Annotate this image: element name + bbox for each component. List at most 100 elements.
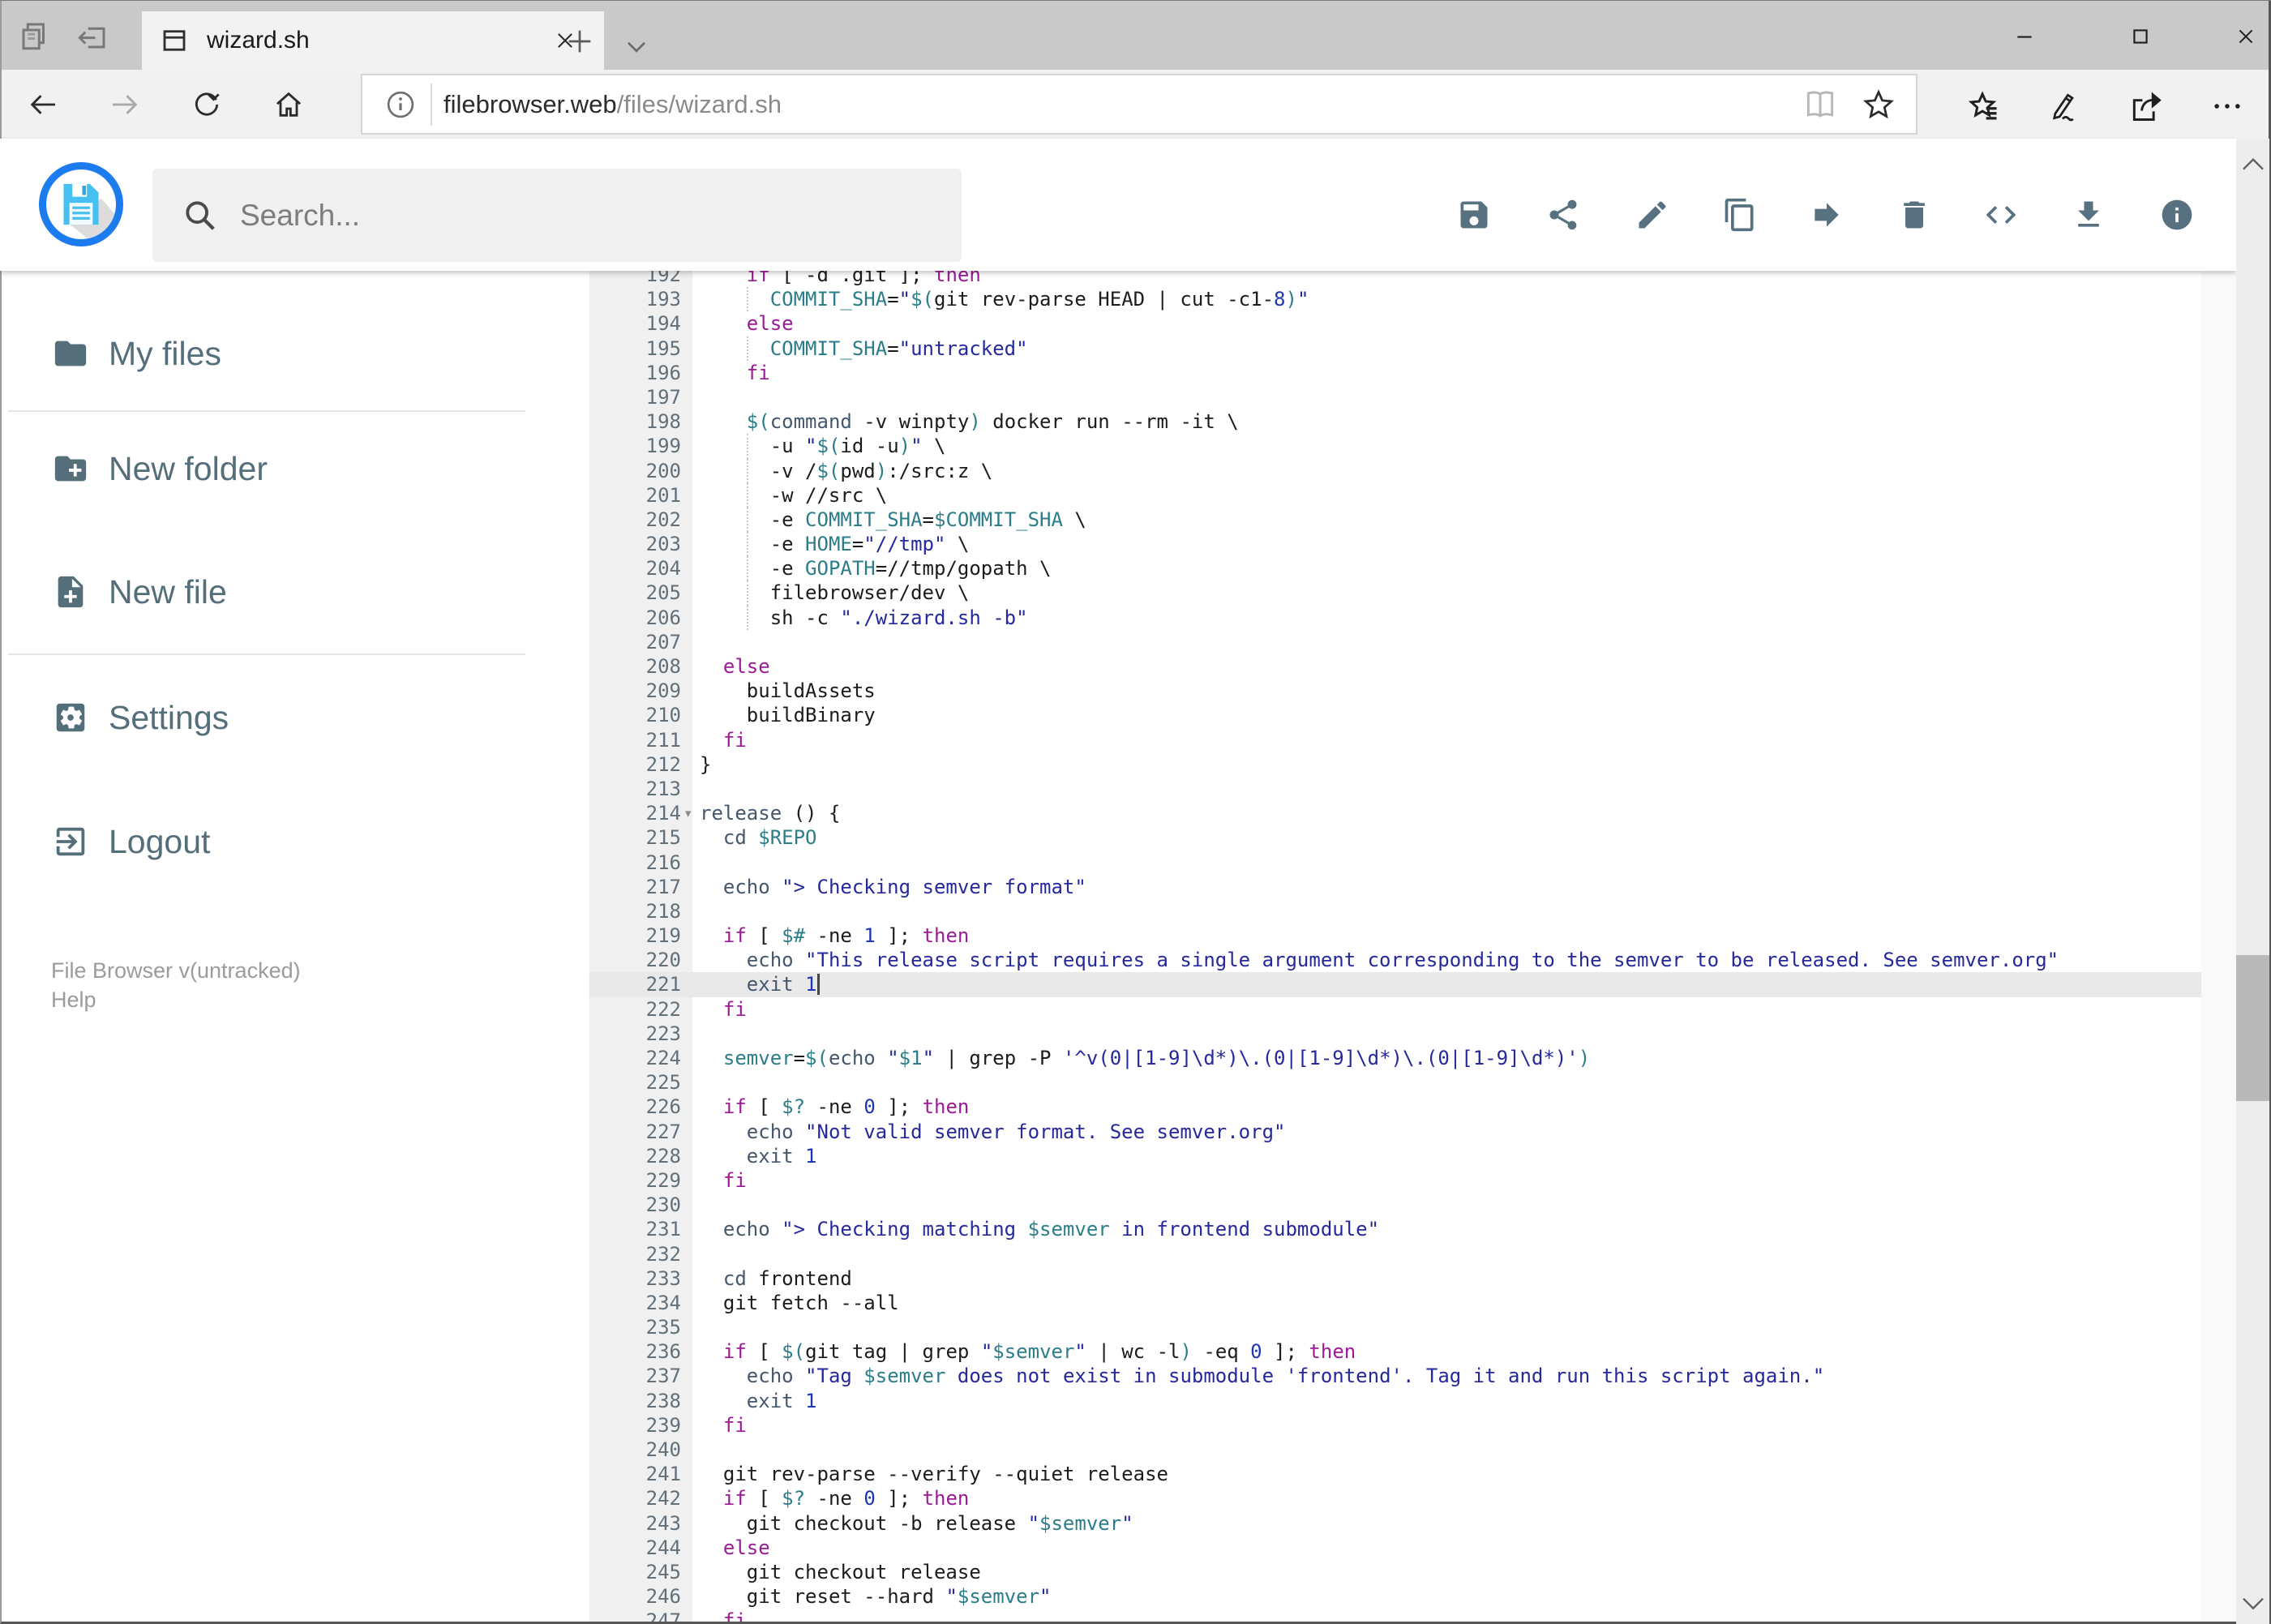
code-line[interactable]: 217 echo "> Checking semver format" — [589, 874, 2201, 899]
info-icon[interactable] — [2159, 197, 2195, 233]
code-line[interactable]: 205 filebrowser/dev \ — [589, 581, 2201, 606]
help-link[interactable]: Help — [51, 985, 301, 1014]
download-icon[interactable] — [2071, 197, 2106, 233]
code-line[interactable]: 206 sh -c "./wizard.sh -b" — [589, 605, 2201, 630]
code-line[interactable]: 233 cd frontend — [589, 1266, 2201, 1291]
annotate-pen-icon[interactable] — [2045, 88, 2080, 124]
code-line[interactable]: 210 buildBinary — [589, 703, 2201, 728]
rename-icon[interactable] — [1635, 197, 1670, 233]
code-line[interactable]: 221 exit 1 — [589, 972, 2201, 997]
code-line[interactable]: 228 exit 1 — [589, 1143, 2201, 1168]
code-line[interactable]: 200 -v /$(pwd):/src:z \ — [589, 458, 2201, 483]
code-line[interactable]: 225 — [589, 1070, 2201, 1095]
code-line[interactable]: 204 -e GOPATH=//tmp/gopath \ — [589, 556, 2201, 581]
code-line[interactable]: 193 COMMIT_SHA="$(git rev-parse HEAD | cu… — [589, 287, 2201, 312]
code-line[interactable]: 198 $(command -v winpty) docker run --rm … — [589, 409, 2201, 435]
code-line[interactable]: 216 — [589, 850, 2201, 875]
sidebar-item-new-file[interactable]: New file — [0, 555, 535, 629]
code-line[interactable]: 219 if [ $# -ne 1 ]; then — [589, 923, 2201, 949]
code-line[interactable]: 220 echo "This release script requires a … — [589, 948, 2201, 973]
code-line[interactable]: 230 — [589, 1193, 2201, 1218]
code-line[interactable]: 192 if [ -d .git ]; then — [589, 271, 2201, 288]
code-line[interactable]: 226 if [ $? -ne 0 ]; then — [589, 1095, 2201, 1120]
sidebar-item-settings[interactable]: Settings — [0, 680, 535, 755]
code-line[interactable]: 211 fi — [589, 727, 2201, 752]
code-line[interactable]: 227 echo "Not valid semver format. See se… — [589, 1119, 2201, 1144]
code-editor[interactable]: 192 if [ -d .git ]; then 193 COMMIT_SHA="$(… — [589, 271, 2201, 1624]
code-line[interactable]: 238 exit 1 — [589, 1388, 2201, 1413]
code-line[interactable]: 197 — [589, 384, 2201, 410]
forward-icon[interactable] — [109, 88, 141, 121]
code-line[interactable]: 245 git checkout release — [589, 1559, 2201, 1585]
reading-view-icon[interactable] — [1802, 87, 1838, 122]
tabs-set-aside-icon[interactable] — [18, 19, 52, 53]
code-line[interactable]: 207 — [589, 629, 2201, 654]
code-line[interactable]: 236 if [ $(git tag | grep "$semver" | wc … — [589, 1339, 2201, 1365]
url-text[interactable]: filebrowser.web/files/wizard.sh — [443, 90, 782, 119]
code-line[interactable]: 194 else — [589, 311, 2201, 336]
scrollbar-thumb[interactable] — [2236, 955, 2269, 1101]
code-line[interactable]: 242 if [ $? -ne 0 ]; then — [589, 1486, 2201, 1511]
code-line[interactable]: 223 — [589, 1021, 2201, 1046]
code-line[interactable]: 239 fi — [589, 1412, 2201, 1438]
code-line[interactable]: 244 else — [589, 1535, 2201, 1560]
code-line[interactable]: 234 git fetch --all — [589, 1290, 2201, 1316]
page-scrollbar[interactable] — [2236, 139, 2269, 1624]
code-line[interactable]: 241 git rev-parse --verify --quiet releas… — [589, 1462, 2201, 1487]
address-bar[interactable]: filebrowser.web/files/wizard.sh — [361, 74, 1917, 135]
fold-arrow-icon[interactable]: ▾ — [683, 801, 692, 825]
share-file-icon[interactable] — [1545, 197, 1581, 233]
code-line[interactable]: 224 semver=$(echo "$1" | grep -P '^v(0|[1… — [589, 1046, 2201, 1071]
view-source-icon[interactable] — [1983, 197, 2019, 233]
code-line[interactable]: 240 — [589, 1438, 2201, 1463]
code-line[interactable]: 222 fi — [589, 996, 2201, 1022]
code-line[interactable]: 199 -u "$(id -u)" \ — [589, 434, 2201, 459]
code-line[interactable]: 209 buildAssets — [589, 679, 2201, 704]
home-icon[interactable] — [272, 88, 305, 121]
code-line[interactable]: 229 fi — [589, 1168, 2201, 1193]
filebrowser-logo[interactable] — [39, 162, 123, 246]
code-line[interactable]: 196 fi — [589, 360, 2201, 385]
set-tabs-aside-icon[interactable] — [75, 19, 109, 53]
copy-icon[interactable] — [1722, 197, 1758, 233]
sidebar-item-new-folder[interactable]: New folder — [0, 431, 535, 506]
code-line[interactable]: 237 echo "Tag $semver does not exist in s… — [589, 1364, 2201, 1389]
save-icon[interactable] — [1456, 197, 1492, 233]
code-line[interactable]: 202 -e COMMIT_SHA=$COMMIT_SHA \ — [589, 507, 2201, 533]
tab-preview-chevron-icon[interactable] — [620, 30, 653, 62]
code-line[interactable]: 243 git checkout -b release "$semver" — [589, 1510, 2201, 1536]
code-line[interactable]: 218 — [589, 898, 2201, 924]
search-box[interactable]: Search... — [152, 169, 962, 262]
code-line[interactable]: 213 — [589, 776, 2201, 802]
window-maximize-button[interactable] — [2116, 22, 2165, 51]
code-line[interactable]: 195 COMMIT_SHA="untracked" — [589, 336, 2201, 361]
delete-icon[interactable] — [1896, 197, 1932, 233]
code-line[interactable]: 212} — [589, 752, 2201, 777]
share-icon[interactable] — [2128, 88, 2164, 124]
code-line[interactable]: 215 cd $REPO — [589, 825, 2201, 851]
code-line[interactable]: 231 echo "> Checking matching $semver in … — [589, 1217, 2201, 1242]
add-favorite-star-icon[interactable] — [1861, 87, 1896, 122]
hub-favorites-icon[interactable] — [1965, 88, 2001, 124]
code-line[interactable]: 235 — [589, 1315, 2201, 1340]
code-line[interactable]: 201 -w //src \ — [589, 482, 2201, 508]
code-line[interactable]: 203 -e HOME="//tmp" \ — [589, 532, 2201, 557]
window-minimize-button[interactable] — [2000, 22, 2049, 51]
more-options-icon[interactable] — [2209, 88, 2245, 124]
code-line[interactable]: 232 — [589, 1241, 2201, 1266]
code-line[interactable]: 247 fi — [589, 1609, 2201, 1624]
scroll-up-icon[interactable] — [2240, 153, 2266, 174]
refresh-icon[interactable] — [191, 88, 223, 121]
sidebar-item-logout[interactable]: Logout — [0, 804, 535, 879]
new-tab-icon[interactable] — [563, 25, 596, 58]
move-icon[interactable] — [1809, 197, 1845, 233]
window-close-button[interactable] — [2222, 22, 2270, 51]
sidebar-item-my-files[interactable]: My files — [0, 316, 535, 391]
code-line[interactable]: 246 git reset --hard "$semver" — [589, 1584, 2201, 1609]
code-line[interactable]: 208 else — [589, 654, 2201, 679]
scroll-down-icon[interactable] — [2240, 1592, 2266, 1613]
active-tab[interactable]: wizard.sh — [142, 11, 604, 70]
site-info-icon[interactable] — [383, 88, 418, 122]
back-icon[interactable] — [27, 88, 59, 121]
code-line[interactable]: 214 ▾ release () { — [589, 801, 2201, 826]
